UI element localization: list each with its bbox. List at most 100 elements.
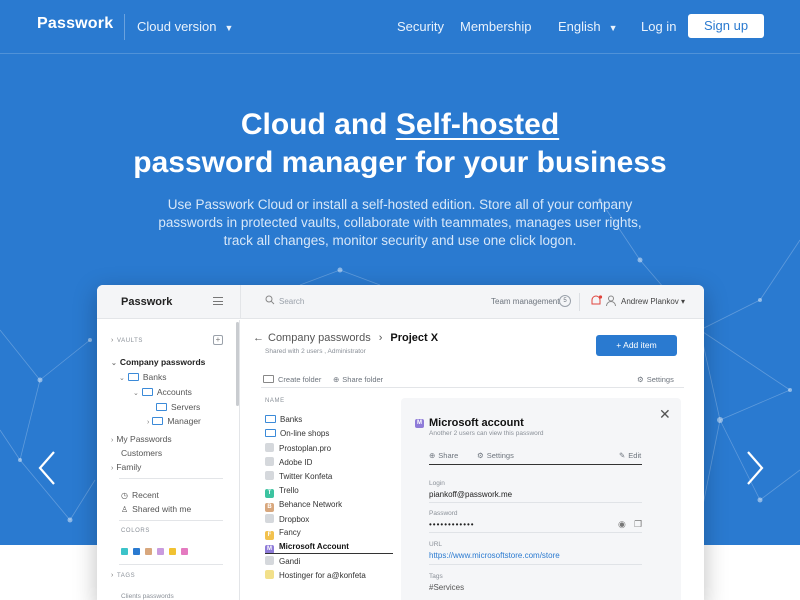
copy-icon[interactable]: ❐	[634, 519, 642, 530]
item-badge-icon: B	[265, 502, 274, 512]
tag-clients-passwords[interactable]: Clients passwords	[121, 593, 174, 600]
list-item[interactable]: Dropbox	[265, 513, 309, 524]
field-divider	[429, 502, 642, 503]
create-folder-label: Create folder	[278, 375, 322, 384]
folder-servers[interactable]: Servers	[156, 402, 200, 412]
color-swatch[interactable]	[181, 548, 188, 555]
selected-underline	[265, 553, 393, 554]
team-management-link[interactable]: Team management	[491, 297, 559, 306]
list-item[interactable]: Banks	[265, 415, 302, 424]
folder-icon	[152, 417, 164, 425]
folder-accounts[interactable]: ⌄ Accounts	[133, 387, 192, 397]
vault-my-passwords[interactable]: › My Passwords	[111, 434, 172, 444]
item-badge-icon	[265, 443, 274, 453]
edit-icon: ✎	[619, 451, 626, 460]
list-item-label: Gandi	[279, 557, 301, 566]
nav-link-security[interactable]: Security	[397, 19, 444, 34]
menu-icon[interactable]	[213, 297, 223, 305]
detail-subtitle: Another 2 users can view this password	[429, 430, 544, 437]
color-swatch[interactable]	[133, 548, 140, 555]
carousel-next-icon[interactable]	[744, 448, 766, 488]
color-swatch[interactable]	[169, 548, 176, 555]
hero-title-part: Cloud and	[240, 108, 396, 141]
password-value[interactable]: ••••••••••••	[429, 520, 475, 529]
nav-divider	[124, 14, 125, 40]
vault-label: Company passwords	[119, 357, 206, 367]
sidebar-divider	[119, 478, 223, 479]
share-icon: ⊕	[429, 451, 436, 460]
list-item[interactable]: Twitter Konfeta	[265, 471, 332, 481]
list-item-label: Behance Network	[279, 499, 343, 509]
vaults-label: › VAULTS	[111, 337, 143, 344]
breadcrumb-parent[interactable]: Company passwords	[268, 332, 371, 344]
list-item[interactable]: Adobe ID	[265, 457, 312, 467]
back-arrow-icon[interactable]: ←	[253, 332, 264, 344]
vault-family[interactable]: › Family	[111, 462, 141, 472]
list-item-label: Trello	[279, 485, 299, 495]
folder-banks[interactable]: ⌄ Banks	[119, 372, 167, 382]
tags-value[interactable]: #Services	[429, 583, 464, 592]
carousel-prev-icon[interactable]	[36, 448, 58, 488]
share-folder-label: Share folder	[342, 375, 384, 384]
color-swatch[interactable]	[145, 548, 152, 555]
hero-title-line2: password manager for your business	[133, 146, 667, 179]
password-label: Password	[429, 510, 458, 517]
list-item-label: Prostoplan.pro	[279, 444, 332, 454]
add-item-button[interactable]: + Add item	[596, 335, 677, 356]
bell-icon[interactable]	[589, 294, 603, 308]
tags-label[interactable]: › TAGS	[111, 572, 135, 579]
toolbar-divider	[261, 387, 684, 388]
login-link[interactable]: Log in	[641, 19, 676, 34]
shared-link[interactable]: ♙ Shared with me	[121, 504, 191, 514]
caret-down-icon: ▼	[224, 23, 234, 33]
language-dropdown[interactable]: English ▼	[558, 19, 618, 34]
list-item[interactable]: Prostoplan.pro	[265, 443, 331, 453]
share-icon: ⊕	[333, 375, 340, 384]
settings-button[interactable]: ⚙ Settings	[637, 375, 674, 384]
color-swatch[interactable]	[121, 548, 128, 555]
hero-title-underlined: Self-hosted	[395, 108, 560, 141]
site-logo[interactable]: Passwork	[37, 15, 113, 33]
vault-company-passwords[interactable]: ⌄ Company passwords	[111, 357, 205, 367]
create-folder-button[interactable]: Create folder	[263, 375, 321, 384]
edit-button[interactable]: ✎ Edit	[619, 451, 641, 460]
folder-manager[interactable]: › Manager	[147, 416, 201, 426]
version-dropdown[interactable]: Cloud version ▼	[137, 19, 233, 34]
list-item[interactable]: Hostinger for a@konfeta	[265, 570, 366, 580]
sidebar-scrollbar[interactable]	[236, 322, 239, 406]
vault-customers[interactable]: Customers	[121, 448, 162, 458]
vault-label: Family	[116, 462, 142, 472]
close-icon[interactable]: ✕	[659, 406, 671, 423]
search-icon	[265, 295, 275, 305]
search-input[interactable]: Search	[279, 297, 304, 306]
url-link[interactable]: https://www.microsoftstore.com/store	[429, 551, 560, 560]
detail-settings-button[interactable]: ⚙ Settings	[477, 451, 514, 460]
recent-link[interactable]: ◷ Recent	[121, 490, 159, 500]
vaults-label-text: VAULTS	[116, 338, 143, 344]
app-main: ← Company passwords › Project X Shared with…	[241, 320, 704, 600]
share-folder-button[interactable]: ⊕ Share folder	[333, 375, 383, 384]
share-button[interactable]: ⊕ Share	[429, 451, 458, 460]
add-vault-icon[interactable]: +	[213, 335, 223, 345]
app-logo: Passwork	[121, 296, 173, 308]
signup-button[interactable]: Sign up	[688, 14, 764, 38]
list-item[interactable]: Gandi	[265, 556, 300, 566]
list-item[interactable]: B Behance Network	[265, 500, 342, 512]
list-item[interactable]: On-line shops	[265, 429, 329, 438]
list-item-label: Twitter Konfeta	[279, 472, 333, 482]
item-badge-icon	[265, 513, 274, 523]
chevron-down-icon: ⌄	[133, 390, 139, 397]
list-item[interactable]: F Fancy	[265, 528, 301, 540]
eye-icon[interactable]: ◉	[618, 519, 626, 530]
list-item[interactable]: T Trello	[265, 486, 299, 498]
gear-icon: ⚙	[477, 451, 484, 460]
folder-label: Banks	[142, 372, 167, 382]
folder-label: Servers	[171, 402, 201, 412]
list-item-label: Adobe ID	[279, 458, 313, 468]
nav-link-membership[interactable]: Membership	[460, 19, 532, 34]
url-label: URL	[429, 541, 443, 548]
user-menu[interactable]: Andrew Plankov ▾	[621, 297, 685, 306]
color-swatch[interactable]	[157, 548, 164, 555]
login-value[interactable]: piankoff@passwork.me	[429, 490, 512, 499]
folder-icon	[263, 375, 274, 383]
